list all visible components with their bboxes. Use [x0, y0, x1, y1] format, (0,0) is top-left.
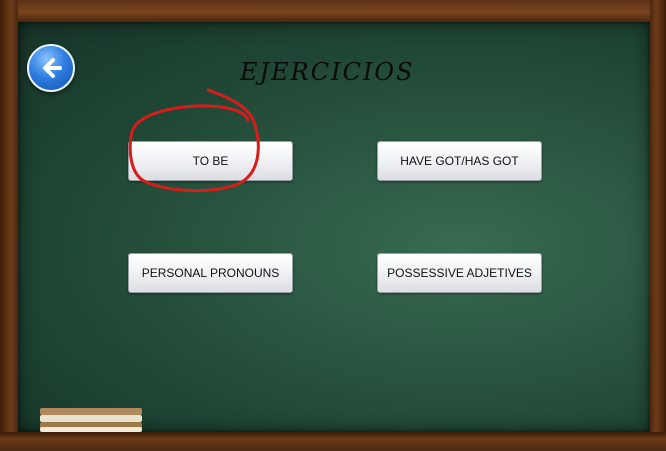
- chalkboard-frame: EJERCICIOS TO BE HAVE GOT/HAS GOT PERSON…: [0, 0, 666, 451]
- frame-left: [0, 0, 18, 451]
- possessive-adjetives-button[interactable]: POSSESSIVE ADJETIVES: [377, 253, 542, 293]
- frame-top: [0, 0, 666, 22]
- frame-right: [650, 0, 666, 451]
- frame-bottom: [0, 432, 666, 451]
- personal-pronouns-button[interactable]: PERSONAL PRONOUNS: [128, 253, 293, 293]
- to-be-button[interactable]: TO BE: [128, 141, 293, 181]
- have-got-button[interactable]: HAVE GOT/HAS GOT: [377, 141, 542, 181]
- page-title: EJERCICIOS: [240, 58, 415, 86]
- back-button[interactable]: [27, 44, 75, 92]
- books-stack: [40, 408, 142, 432]
- back-arrow-icon: [43, 58, 62, 78]
